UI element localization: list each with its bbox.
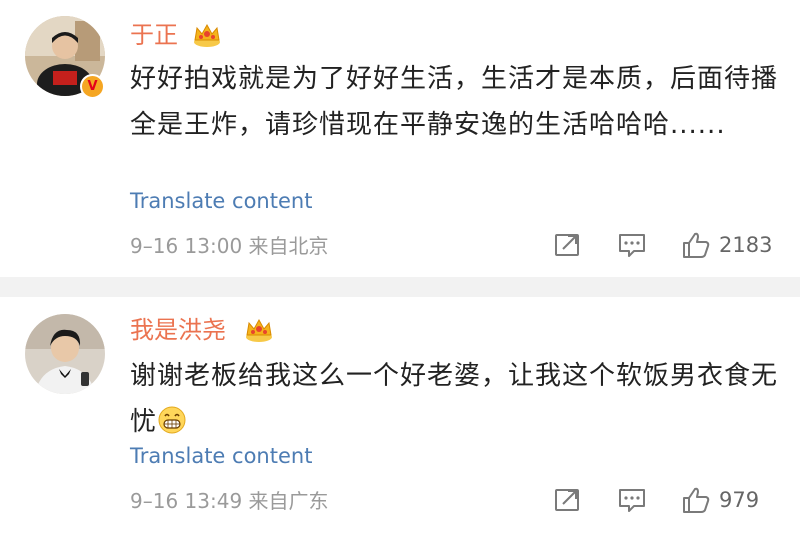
like-button[interactable]: 979 xyxy=(681,485,759,515)
repost-icon[interactable] xyxy=(553,485,583,515)
thumbs-up-icon xyxy=(683,487,710,513)
like-count: 979 xyxy=(719,488,760,512)
comment-icon[interactable] xyxy=(617,230,647,260)
comment-text: 谢谢老板给我这么一个好老婆，让我这个软饭男衣食无忧 xyxy=(130,353,780,445)
repost-icon[interactable] xyxy=(553,230,583,260)
grinning-face-emoji-icon xyxy=(158,406,186,434)
username[interactable]: 于正 xyxy=(130,20,178,50)
translate-content-link[interactable]: Translate content xyxy=(130,188,312,214)
username[interactable]: 我是洪尧 xyxy=(130,315,226,345)
comment-icon[interactable] xyxy=(617,485,647,515)
verified-badge-icon: V xyxy=(80,74,105,99)
comment-text: 好好拍戏就是为了好好生活，生活才是本质，后面待播全是王炸，请珍惜现在平静安逸的生… xyxy=(130,64,779,140)
comment-post: V 于正 好好拍戏就是为了好好生活，生活才是本质，后面待播全是王炸，请珍惜现在平… xyxy=(0,0,800,277)
timestamp-location: 9–16 13:49 来自广东 xyxy=(130,489,329,513)
thumbs-up-icon xyxy=(683,232,710,258)
avatar[interactable] xyxy=(25,314,105,394)
crown-badge-icon xyxy=(246,318,272,342)
comment-post: 我是洪尧 谢谢老板给我这么一个好老婆，让我这个软饭男衣食无忧 Translate… xyxy=(0,297,800,533)
like-count: 2183 xyxy=(719,233,773,257)
like-button[interactable]: 2183 xyxy=(681,230,772,260)
crown-badge-icon xyxy=(194,23,220,47)
divider xyxy=(0,277,800,297)
comment-text-body: 谢谢老板给我这么一个好老婆，让我这个软饭男衣食无忧 xyxy=(130,361,779,437)
timestamp-location: 9–16 13:00 来自北京 xyxy=(130,234,329,258)
translate-content-link[interactable]: Translate content xyxy=(130,443,312,469)
